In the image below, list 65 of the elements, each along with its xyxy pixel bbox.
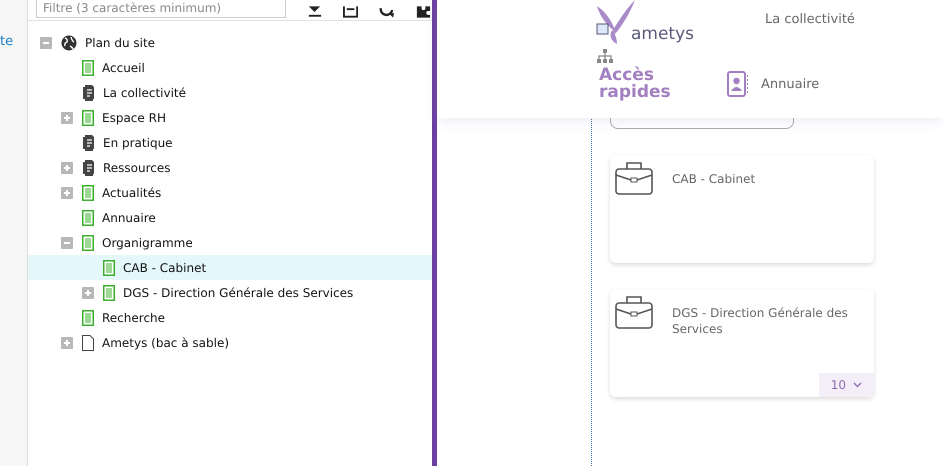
page-icon [82, 310, 94, 326]
tree-label: La collectivité [103, 86, 186, 100]
tree-label: CAB - Cabinet [123, 260, 206, 274]
card-title: DGS - Direction Générale des Services [672, 305, 849, 337]
filter-field[interactable]: Filtre (3 caractères minimum) [36, 0, 286, 18]
tree-label: Accueil [102, 60, 145, 74]
expand-icon[interactable] [61, 186, 73, 198]
tree-item[interactable]: Plan du site [28, 30, 432, 55]
briefcase-icon [615, 295, 653, 329]
card[interactable]: DGS - Direction Générale des Services 10 [610, 289, 874, 397]
blank-page-icon [82, 334, 94, 350]
tree-label: Plan du site [85, 36, 156, 50]
documents-icon [82, 134, 95, 150]
tree-label: Ametys (bac à sable) [102, 336, 230, 350]
puzzle-icon[interactable] [415, 6, 432, 18]
page-icon [82, 60, 94, 76]
tree-item[interactable]: Recherche [28, 305, 432, 330]
contact-card-icon[interactable] [727, 71, 749, 97]
tree-item[interactable]: Accueil [28, 55, 432, 80]
expand-icon[interactable] [82, 286, 94, 298]
chevron-down-icon [853, 382, 862, 388]
card[interactable]: CAB - Cabinet [610, 155, 874, 263]
tree-item[interactable]: En pratique [28, 130, 432, 155]
tree-label: En pratique [103, 136, 173, 150]
tree-item[interactable]: Actualités [28, 180, 432, 205]
refresh-icon[interactable] [378, 6, 395, 18]
tree-item[interactable]: Espace RH [28, 105, 432, 130]
expand-icon[interactable] [61, 336, 73, 348]
documents-icon [82, 160, 95, 176]
tree-item[interactable]: La collectivité [28, 80, 432, 105]
tree-label: Annuaire [102, 210, 156, 224]
logo-text: ametys [631, 24, 694, 44]
card-title: CAB - Cabinet [672, 171, 756, 187]
quick-access-title: Accès rapides [599, 67, 672, 101]
search-field[interactable] [610, 118, 794, 129]
tree-item[interactable]: CAB - Cabinet [28, 255, 432, 280]
tree-item[interactable]: Ametys (bac à sable) [28, 330, 432, 355]
globe-icon [61, 34, 77, 50]
expand-icon[interactable] [61, 112, 73, 124]
nav-link[interactable]: La collectivité [765, 12, 855, 27]
page-icon [103, 260, 115, 276]
tree-label: Organigramme [102, 236, 193, 250]
directory-link[interactable]: Annuaire [761, 76, 820, 92]
briefcase-icon [615, 161, 653, 195]
tree-label: Actualités [102, 186, 162, 200]
sitemap-icon[interactable] [597, 49, 613, 63]
tree-label: Ressources [103, 160, 171, 174]
link-text[interactable]: te [0, 34, 14, 49]
count-dropdown[interactable]: 10 [818, 373, 874, 397]
tree-label: Recherche [102, 310, 166, 324]
tree-label: Espace RH [102, 110, 166, 124]
tree-label: DGS - Direction Générale des Services [123, 286, 354, 300]
logo[interactable]: ametys [595, 0, 765, 44]
tree-item[interactable]: Organigramme [28, 230, 432, 255]
expand-icon[interactable] [61, 162, 73, 174]
collapse-icon[interactable] [342, 6, 358, 18]
page-icon [82, 110, 94, 126]
page-icon [82, 184, 94, 200]
tree-item[interactable]: Annuaire [28, 205, 432, 230]
tree-item[interactable]: Ressources [28, 155, 432, 180]
tree-item[interactable]: DGS - Direction Générale des Services [28, 280, 432, 305]
page-icon [82, 210, 94, 226]
page-icon [82, 234, 94, 250]
documents-icon [82, 84, 95, 100]
page-icon [103, 284, 115, 300]
